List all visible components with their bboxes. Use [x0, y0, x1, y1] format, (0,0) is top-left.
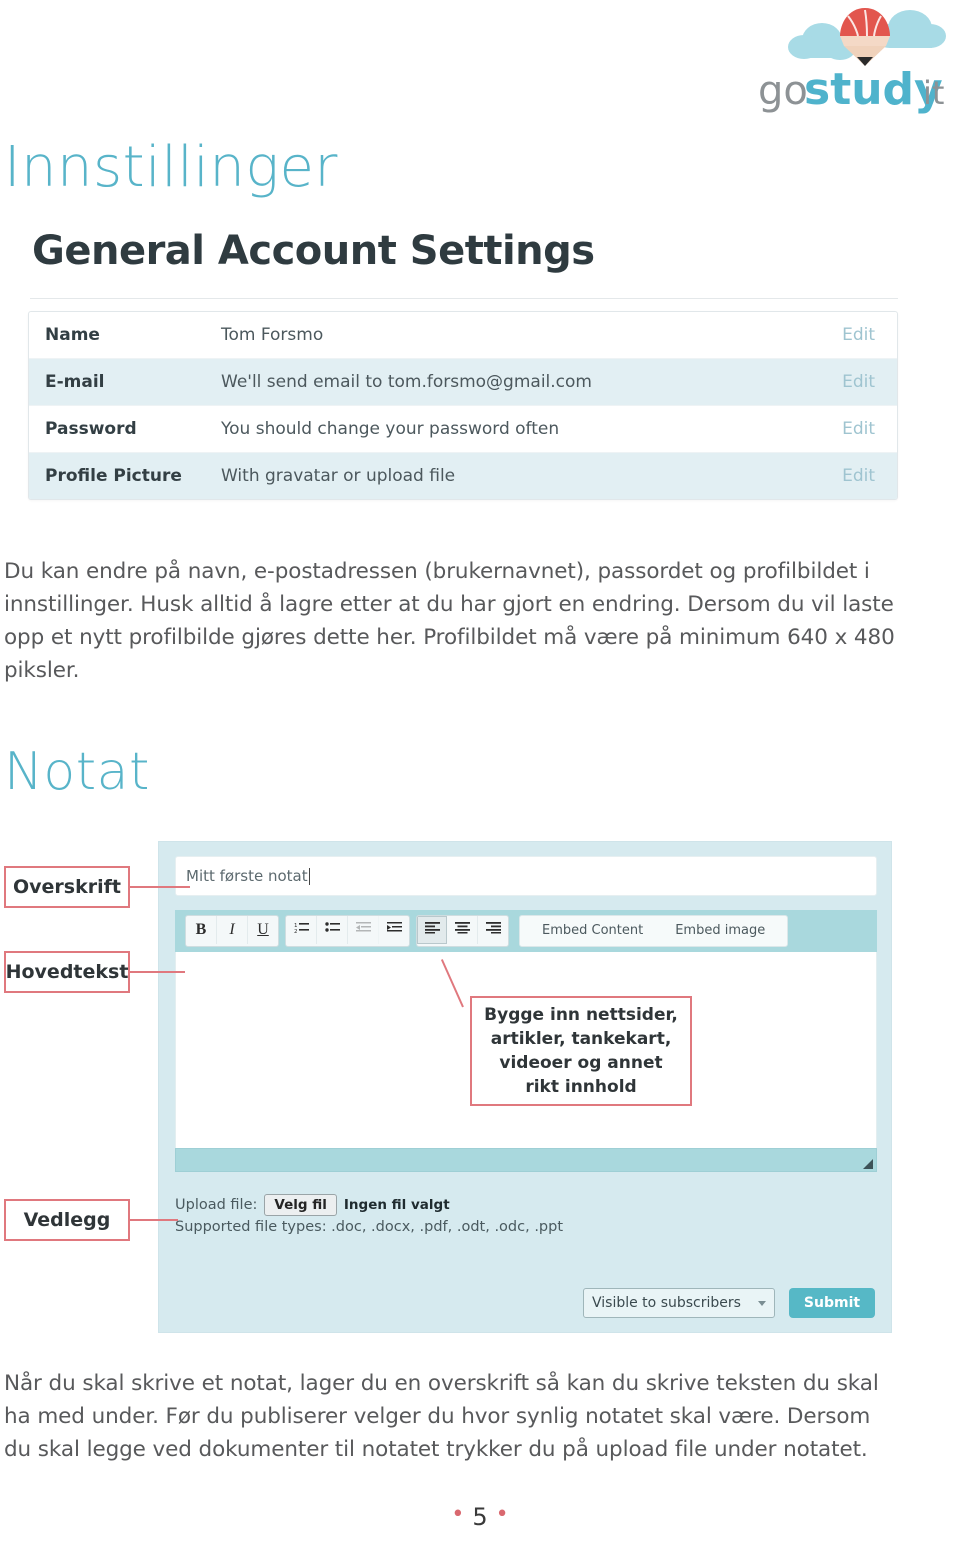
- text-caret: [308, 867, 310, 885]
- embed-group: Embed Content Embed image: [519, 915, 789, 947]
- page-number: 5: [472, 1503, 488, 1531]
- row-value: We'll send email to tom.forsmo@gmail.com: [221, 372, 592, 392]
- table-row: Password You should change your password…: [29, 406, 897, 453]
- body-paragraph-notat: Når du skal skrive et notat, lager du en…: [4, 1371, 879, 1462]
- annotation-hovedtekst: Hovedtekst: [4, 951, 130, 993]
- editor-statusbar: [175, 1148, 877, 1172]
- page-title-notat: Notat: [4, 742, 150, 802]
- edit-link[interactable]: Edit: [842, 466, 875, 486]
- table-row: Profile Picture With gravatar or upload …: [29, 453, 897, 499]
- editor-toolbar: B I U 12 Embed Content Embed image: [175, 910, 877, 952]
- settings-table: Name Tom Forsmo Edit E-mail We'll send e…: [28, 311, 898, 500]
- settings-divider: [30, 298, 898, 299]
- edit-link[interactable]: Edit: [842, 372, 875, 392]
- visibility-selected-value: Visible to subscribers: [592, 1295, 741, 1311]
- unordered-list-icon: [324, 921, 340, 939]
- table-row: E-mail We'll send email to tom.forsmo@gm…: [29, 359, 897, 406]
- file-status-text: Ingen fil valgt: [343, 1197, 450, 1213]
- indent-icon: [386, 921, 402, 939]
- annotation-vedlegg: Vedlegg: [4, 1199, 130, 1241]
- row-label: Name: [45, 325, 100, 345]
- align-left-icon: [424, 921, 440, 939]
- gostudyit-logo: go study it: [760, 4, 960, 114]
- footer-dot-right-icon: •: [495, 1502, 509, 1527]
- embed-content-button[interactable]: Embed Content: [526, 917, 659, 945]
- align-right-button[interactable]: [478, 916, 508, 944]
- list-indent-group: 12: [285, 915, 410, 947]
- svg-text:2: 2: [294, 929, 298, 934]
- submit-button[interactable]: Submit: [789, 1288, 875, 1318]
- resize-handle-icon[interactable]: [863, 1159, 873, 1169]
- leader-line-hovedtekst: [130, 971, 185, 973]
- embed-note-line-4: rikt innhold: [525, 1077, 637, 1097]
- logo-word-study: study: [804, 64, 943, 114]
- embed-note-line-2: artikler, tankekart,: [490, 1029, 672, 1049]
- align-left-button[interactable]: [417, 916, 447, 944]
- italic-button[interactable]: I: [217, 916, 248, 944]
- align-center-icon: [454, 921, 470, 939]
- row-value: With gravatar or upload file: [221, 466, 456, 486]
- row-label: E-mail: [45, 372, 105, 392]
- unordered-list-button[interactable]: [317, 916, 348, 944]
- indent-button[interactable]: [379, 916, 409, 944]
- body-paragraph-settings: Du kan endre på navn, e-postadressen (br…: [4, 559, 895, 683]
- row-label: Profile Picture: [45, 466, 182, 486]
- footer-dot-left-icon: •: [451, 1502, 465, 1527]
- submit-row: Visible to subscribers Submit: [583, 1288, 875, 1318]
- table-row: Name Tom Forsmo Edit: [29, 312, 897, 359]
- annotation-embed-note: Bygge inn nettsider, artikler, tankekart…: [470, 996, 692, 1106]
- underline-icon: U: [257, 921, 269, 938]
- underline-button[interactable]: U: [248, 916, 278, 944]
- page-footer: • 5 •: [0, 1502, 960, 1531]
- row-value: Tom Forsmo: [221, 325, 324, 345]
- row-value: You should change your password often: [221, 419, 560, 439]
- annotation-overskrift: Overskrift: [4, 866, 130, 908]
- leader-line-overskrift: [130, 886, 190, 888]
- upload-file-label: Upload file:: [175, 1197, 258, 1213]
- edit-link[interactable]: Edit: [842, 419, 875, 439]
- align-center-button[interactable]: [447, 916, 478, 944]
- ordered-list-button[interactable]: 12: [286, 916, 317, 944]
- chevron-down-icon: [758, 1300, 766, 1306]
- embed-image-button[interactable]: Embed image: [659, 917, 781, 945]
- embed-note-line-3: videoer og annet: [499, 1053, 663, 1073]
- logo-word-go: go: [760, 68, 808, 114]
- choose-file-button[interactable]: Velg fil: [264, 1194, 337, 1216]
- align-right-icon: [485, 921, 501, 939]
- leader-line-vedlegg: [130, 1219, 178, 1221]
- bold-icon: B: [195, 921, 207, 938]
- visibility-select[interactable]: Visible to subscribers: [583, 1288, 775, 1318]
- page-title-innstillinger: Innstillinger: [4, 135, 338, 200]
- alignment-group: [416, 915, 509, 947]
- settings-screenshot: General Account Settings Name Tom Forsmo…: [28, 222, 898, 500]
- row-label: Password: [45, 419, 137, 439]
- edit-link[interactable]: Edit: [842, 325, 875, 345]
- text-style-group: B I U: [185, 915, 279, 947]
- outdent-icon: [355, 921, 371, 939]
- ordered-list-icon: 12: [294, 921, 309, 939]
- settings-heading: General Account Settings: [32, 228, 595, 274]
- upload-file-row: Upload file: Velg fil Ingen fil valgt: [175, 1194, 877, 1216]
- italic-icon: I: [229, 921, 235, 938]
- note-title-input[interactable]: Mitt første notat: [175, 856, 877, 896]
- outdent-button[interactable]: [348, 916, 379, 944]
- supported-file-types: Supported file types: .doc, .docx, .pdf,…: [175, 1219, 564, 1235]
- note-title-value: Mitt første notat: [186, 867, 308, 885]
- bold-button[interactable]: B: [186, 916, 217, 944]
- embed-note-line-1: Bygge inn nettsider,: [484, 1005, 678, 1025]
- logo-word-it: it: [923, 74, 944, 112]
